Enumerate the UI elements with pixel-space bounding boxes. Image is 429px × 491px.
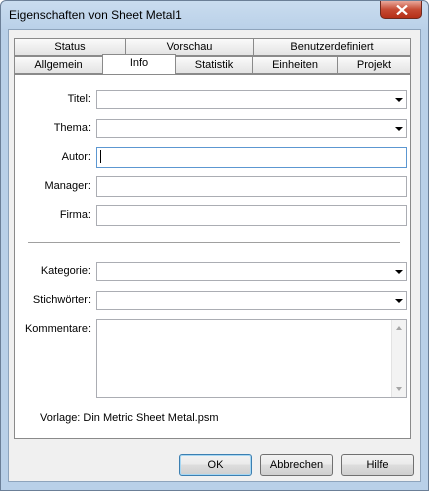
tab-info[interactable]: Info [102,54,176,74]
tab-einheiten[interactable]: Einheiten [252,56,338,74]
kategorie-label: Kategorie: [40,265,91,277]
tab-benutzerdefiniert[interactable]: Benutzerdefiniert [253,38,411,56]
close-icon [396,5,408,15]
close-button[interactable] [380,1,422,19]
title-bar[interactable]: Eigenschaften von Sheet Metal1 [1,1,428,29]
chevron-down-icon [395,127,403,131]
titel-combo[interactable] [96,90,407,109]
scroll-down-icon[interactable] [396,387,402,391]
firma-label: Firma: [59,209,91,221]
tab-projekt[interactable]: Projekt [337,56,411,74]
tab-allgemein[interactable]: Allgemein [14,56,103,74]
manager-field[interactable] [96,176,407,197]
ok-button[interactable]: OK [179,454,252,476]
window-title: Eigenschaften von Sheet Metal1 [9,8,182,22]
separator [28,242,400,244]
stichwoerter-combo[interactable] [96,291,407,310]
chevron-down-icon [395,299,403,303]
stichwoerter-label: Stichwörter: [32,294,91,306]
help-button[interactable]: Hilfe [341,454,414,476]
kategorie-combo[interactable] [96,262,407,281]
thema-label: Thema: [53,122,91,134]
autor-label: Autor: [61,151,91,163]
cancel-button[interactable]: Abbrechen [260,454,333,476]
template-info: Vorlage: Din Metric Sheet Metal.psm [40,412,219,424]
info-tab-panel: Titel: Thema: Autor: Manager: Firma: Kat… [14,74,411,439]
thema-combo[interactable] [96,119,407,138]
chevron-down-icon [395,98,403,102]
titel-label: Titel: [67,93,91,105]
firma-field[interactable] [96,205,407,226]
scroll-up-icon[interactable] [396,326,402,330]
autor-field[interactable] [96,147,407,168]
kommentare-label: Kommentare: [24,323,91,335]
chevron-down-icon [395,270,403,274]
properties-dialog: Eigenschaften von Sheet Metal1 Status Vo… [0,0,429,491]
tab-statistik[interactable]: Statistik [175,56,253,74]
text-cursor [100,150,101,163]
manager-label: Manager: [44,180,91,192]
comments-scrollbar[interactable] [391,320,406,397]
kommentare-textarea[interactable] [96,319,407,398]
